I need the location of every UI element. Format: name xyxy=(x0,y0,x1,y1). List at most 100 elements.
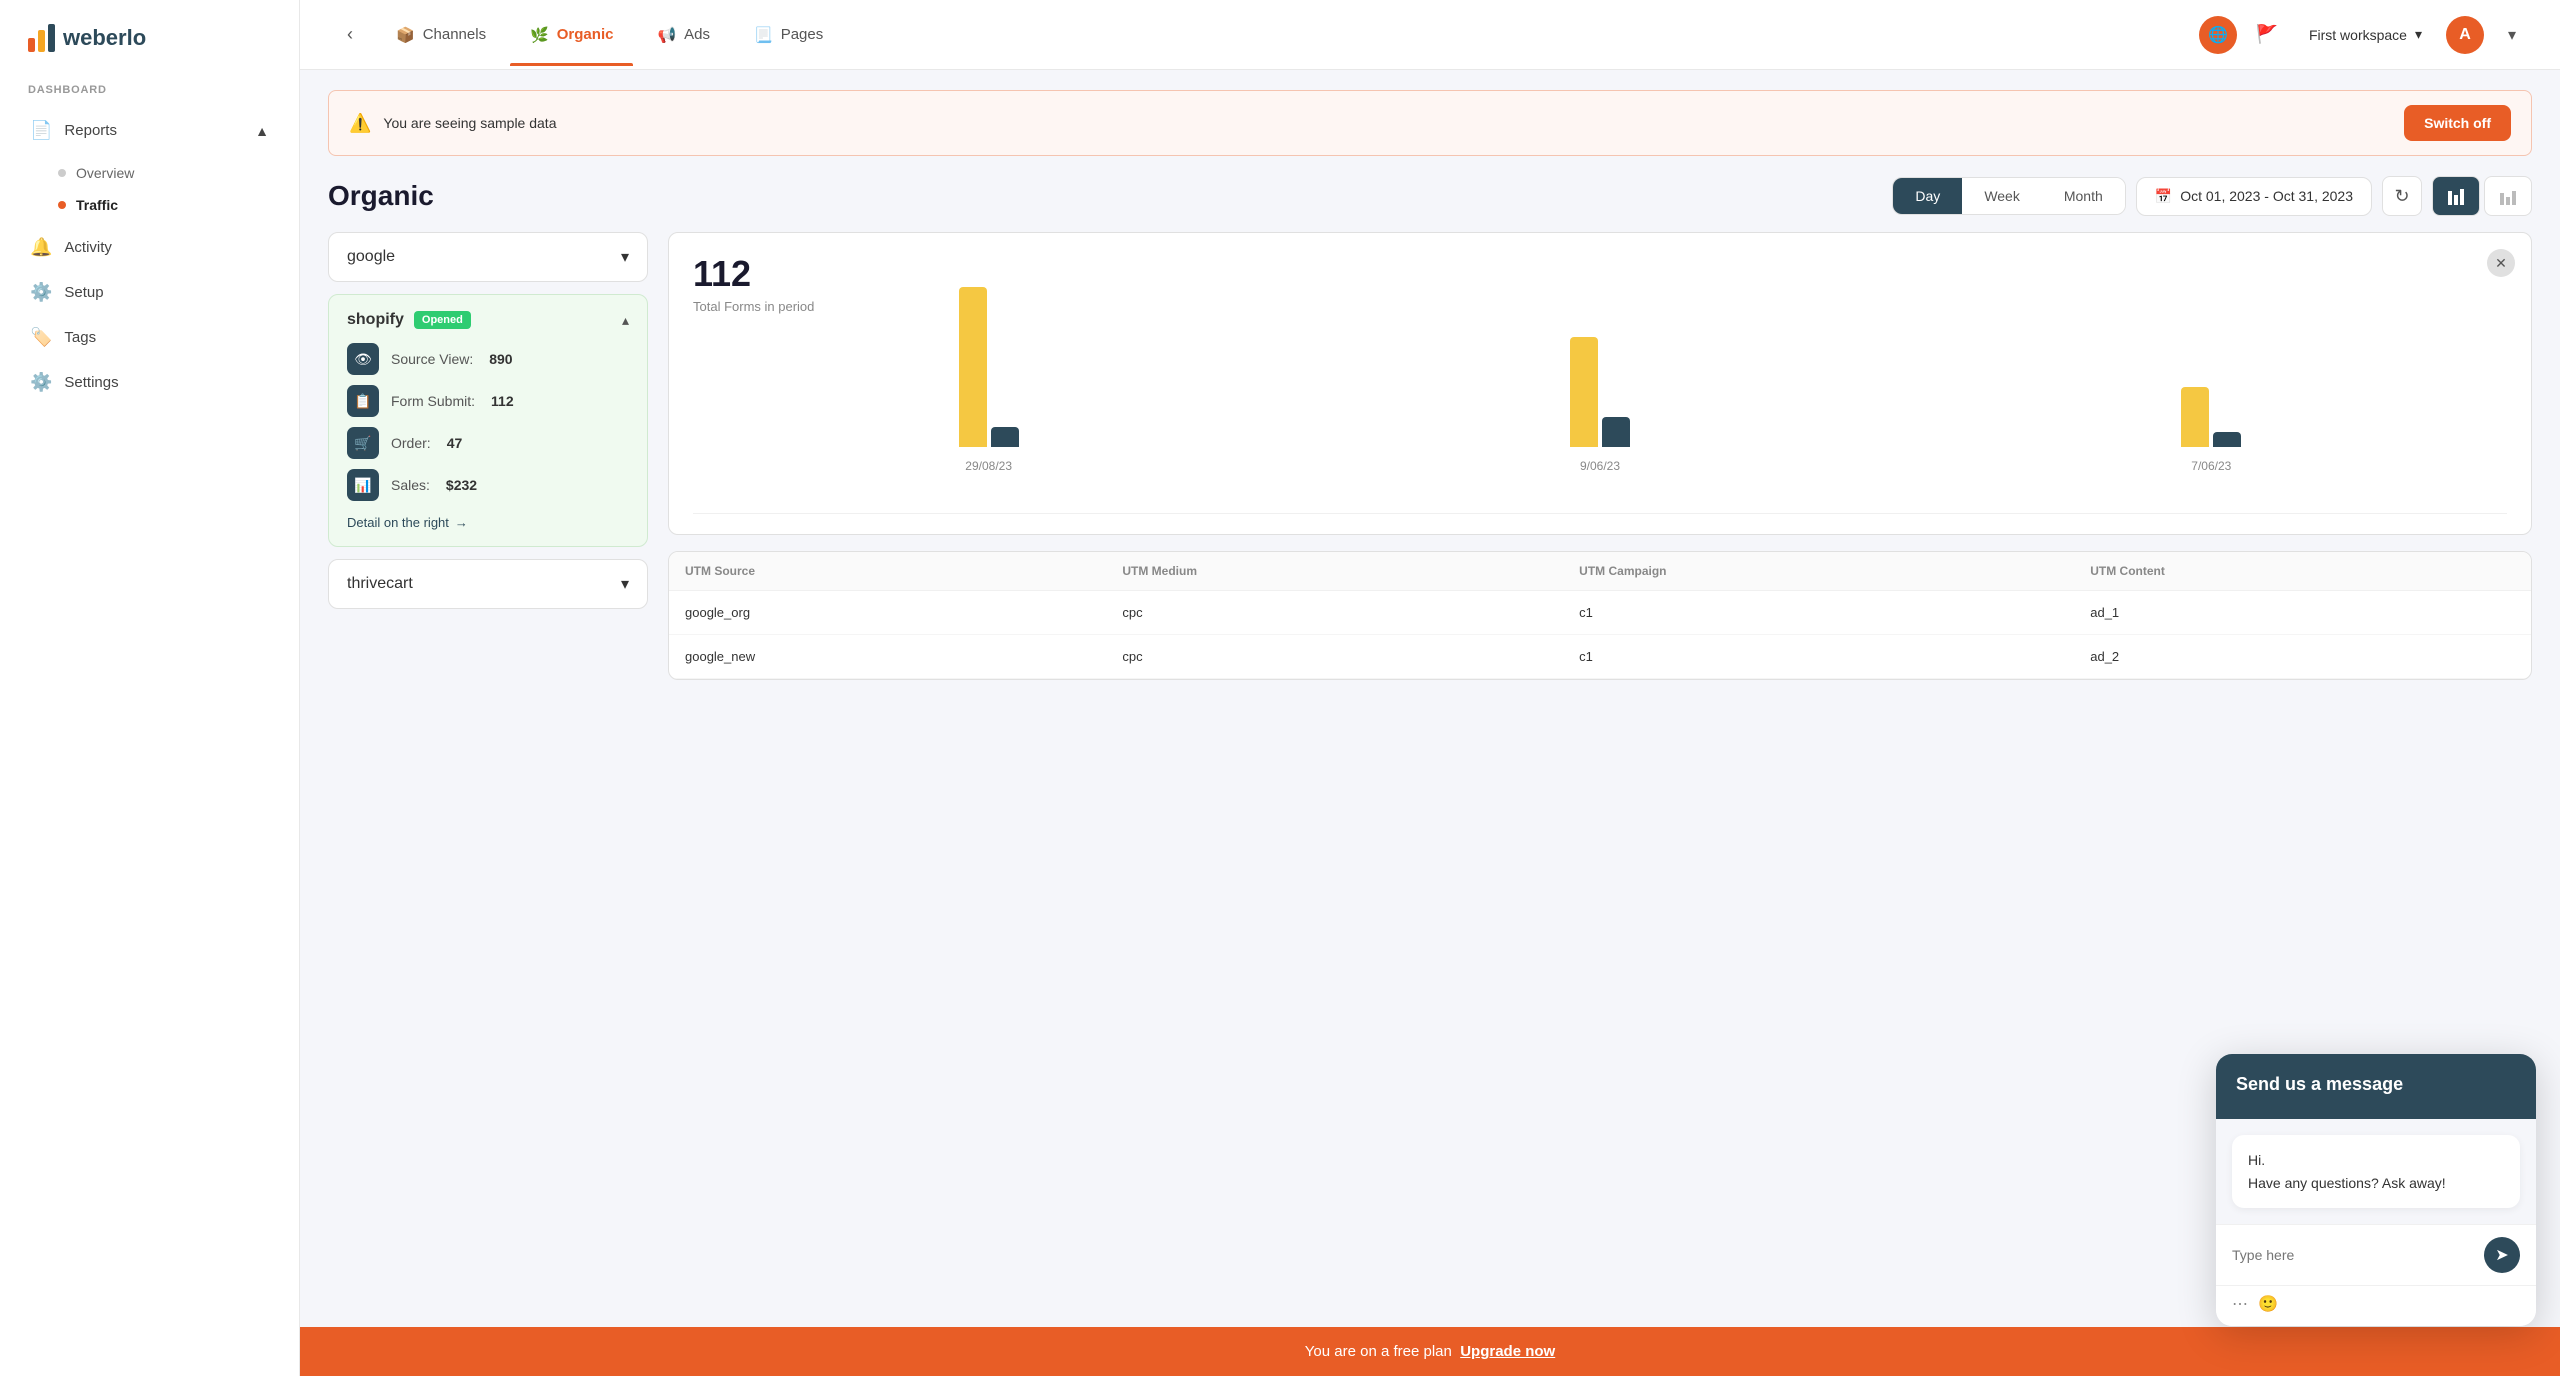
bar-date: 29/08/23 xyxy=(965,459,1012,473)
bar-chart-view-button[interactable] xyxy=(2432,176,2480,216)
switch-off-button[interactable]: Switch off xyxy=(2404,105,2511,141)
sidebar-section-label: DASHBOARD xyxy=(0,76,299,100)
top-navigation: ‹ 📦 Channels 🌿 Organic 📢 Ads 📃 Pages 🌐 🚩 xyxy=(300,0,2560,70)
refresh-button[interactable]: ↻ xyxy=(2382,176,2422,216)
tab-channels[interactable]: 📦 Channels xyxy=(376,18,506,52)
sales-value: $232 xyxy=(446,477,477,493)
bar-chart-icon xyxy=(2447,187,2465,205)
source-dropdown[interactable]: google ▾ xyxy=(328,232,648,282)
expand-button[interactable]: ▾ xyxy=(2496,19,2528,51)
free-plan-text: You are on a free plan xyxy=(1305,1343,1452,1360)
more-options-icon[interactable]: ⋯ xyxy=(2232,1294,2248,1314)
table-cell: google_new xyxy=(669,635,1106,679)
period-selector: Day Week Month xyxy=(1892,177,2125,215)
calendar-icon: 📅 xyxy=(2155,188,2172,205)
source-view-value: 890 xyxy=(489,351,512,367)
sidebar-item-settings-label: Settings xyxy=(64,374,118,391)
globe-button[interactable]: 🌐 xyxy=(2199,16,2237,54)
top-nav-right: 🌐 🚩 First workspace ▾ A ▾ xyxy=(2199,16,2528,54)
gear-icon: ⚙️ xyxy=(30,372,52,393)
upgrade-link[interactable]: Upgrade now xyxy=(1460,1343,1555,1360)
sidebar-item-setup[interactable]: ⚙️ Setup xyxy=(16,270,283,315)
logo-bar-1 xyxy=(28,38,35,52)
line-chart-view-button[interactable] xyxy=(2484,176,2532,216)
chat-send-button[interactable]: ➤ xyxy=(2484,1237,2520,1273)
utm-table: UTM Source UTM Medium UTM Campaign UTM C… xyxy=(669,552,2531,679)
chat-header: Send us a message xyxy=(2216,1054,2536,1119)
chat-widget: Send us a message Hi.Have any questions?… xyxy=(2216,1054,2536,1326)
tag-icon: 🏷️ xyxy=(30,327,52,348)
page-title: Organic xyxy=(328,180,434,212)
table-cell: ad_1 xyxy=(2074,591,2531,635)
tab-pages[interactable]: 📃 Pages xyxy=(734,18,843,52)
logo-icon xyxy=(28,24,55,52)
table-card: UTM Source UTM Medium UTM Campaign UTM C… xyxy=(668,551,2532,680)
table-header-row: UTM Source UTM Medium UTM Campaign UTM C… xyxy=(669,552,2531,591)
detail-link[interactable]: Detail on the right → xyxy=(347,515,629,530)
chevron-up-icon: ▲ xyxy=(255,123,269,139)
workspace-name: First workspace xyxy=(2309,27,2407,43)
form-submit-label: Form Submit: xyxy=(391,393,475,409)
table-cell: cpc xyxy=(1106,635,1563,679)
bar-date: 7/06/23 xyxy=(2191,459,2231,473)
table-row: google_newcpcc1ad_2 xyxy=(669,635,2531,679)
order-value: 47 xyxy=(447,435,463,451)
chat-input-area: ➤ xyxy=(2216,1224,2536,1285)
order-label: Order: xyxy=(391,435,431,451)
chat-input[interactable] xyxy=(2232,1247,2484,1263)
bars xyxy=(2181,387,2241,447)
bar-group: 7/06/23 xyxy=(1916,387,2507,473)
utm-campaign-header: UTM Campaign xyxy=(1563,552,2074,591)
cart-icon: 🛒 xyxy=(347,427,379,459)
table-body: google_orgcpcc1ad_1google_newcpcc1ad_2 xyxy=(669,591,2531,679)
yellow-bar xyxy=(1570,337,1598,447)
sidebar-item-settings[interactable]: ⚙️ Settings xyxy=(16,360,283,405)
logo-bar-2 xyxy=(38,30,45,52)
close-button[interactable]: ✕ xyxy=(2487,249,2515,277)
shopify-collapse-button[interactable]: ▴ xyxy=(622,312,629,329)
period-day-button[interactable]: Day xyxy=(1893,178,1962,214)
right-panel: ✕ 112 Total Forms in period 29/08/23 9/0… xyxy=(668,232,2532,680)
flag-button[interactable]: 🚩 xyxy=(2249,17,2285,53)
sample-data-banner: ⚠️ You are seeing sample data Switch off xyxy=(328,90,2532,156)
tab-channels-label: Channels xyxy=(423,26,486,43)
utm-source-header: UTM Source xyxy=(669,552,1106,591)
sidebar-item-reports[interactable]: 📄 Reports ▲ xyxy=(16,108,283,153)
tab-organic-label: Organic xyxy=(557,26,614,43)
sidebar-reports-subnav: Overview Traffic xyxy=(16,153,283,225)
ads-icon: 📢 xyxy=(657,26,676,44)
period-month-button[interactable]: Month xyxy=(2042,178,2125,214)
header-controls: Day Week Month 📅 Oct 01, 2023 - Oct 31, … xyxy=(1892,176,2532,216)
channels-icon: 📦 xyxy=(396,26,415,44)
shopify-form-submit: 📋 Form Submit: 112 xyxy=(347,385,629,417)
sidebar-item-reports-label: Reports xyxy=(64,122,117,139)
sidebar-item-tags-label: Tags xyxy=(64,329,96,346)
bar-group: 29/08/23 xyxy=(693,287,1284,473)
period-week-button[interactable]: Week xyxy=(1962,178,2042,214)
avatar[interactable]: A xyxy=(2446,16,2484,54)
sidebar-item-tags[interactable]: 🏷️ Tags xyxy=(16,315,283,360)
table-cell: c1 xyxy=(1563,635,2074,679)
tab-ads[interactable]: 📢 Ads xyxy=(637,18,730,52)
pages-icon: 📃 xyxy=(754,26,773,44)
sidebar-navigation: 📄 Reports ▲ Overview Traffic 🔔 Activity … xyxy=(0,100,299,413)
arrow-right-icon: → xyxy=(455,515,468,530)
sidebar-item-overview[interactable]: Overview xyxy=(44,157,283,189)
workspace-selector[interactable]: First workspace ▾ xyxy=(2297,20,2434,49)
sidebar: weberlo DASHBOARD 📄 Reports ▲ Overview T… xyxy=(0,0,300,1376)
free-plan-bar: You are on a free plan Upgrade now xyxy=(300,1327,2560,1376)
sidebar-item-activity[interactable]: 🔔 Activity xyxy=(16,225,283,270)
utm-medium-header: UTM Medium xyxy=(1106,552,1563,591)
sidebar-item-traffic[interactable]: Traffic xyxy=(44,189,283,221)
table-cell: c1 xyxy=(1563,591,2074,635)
sales-icon: 📊 xyxy=(347,469,379,501)
thrivecart-dropdown[interactable]: thrivecart ▾ xyxy=(328,559,648,609)
emoji-icon[interactable]: 🙂 xyxy=(2258,1294,2278,1314)
setup-icon: ⚙️ xyxy=(30,282,52,303)
back-button[interactable]: ‹ xyxy=(332,17,368,53)
tab-organic[interactable]: 🌿 Organic xyxy=(510,18,633,52)
shopify-metrics: 👁 Source View: 890 📋 Form Submit: 112 🛒 … xyxy=(347,343,629,501)
eye-icon: 👁 xyxy=(347,343,379,375)
dropdown-chevron-icon: ▾ xyxy=(621,247,629,267)
date-range-button[interactable]: 📅 Oct 01, 2023 - Oct 31, 2023 xyxy=(2136,177,2372,216)
